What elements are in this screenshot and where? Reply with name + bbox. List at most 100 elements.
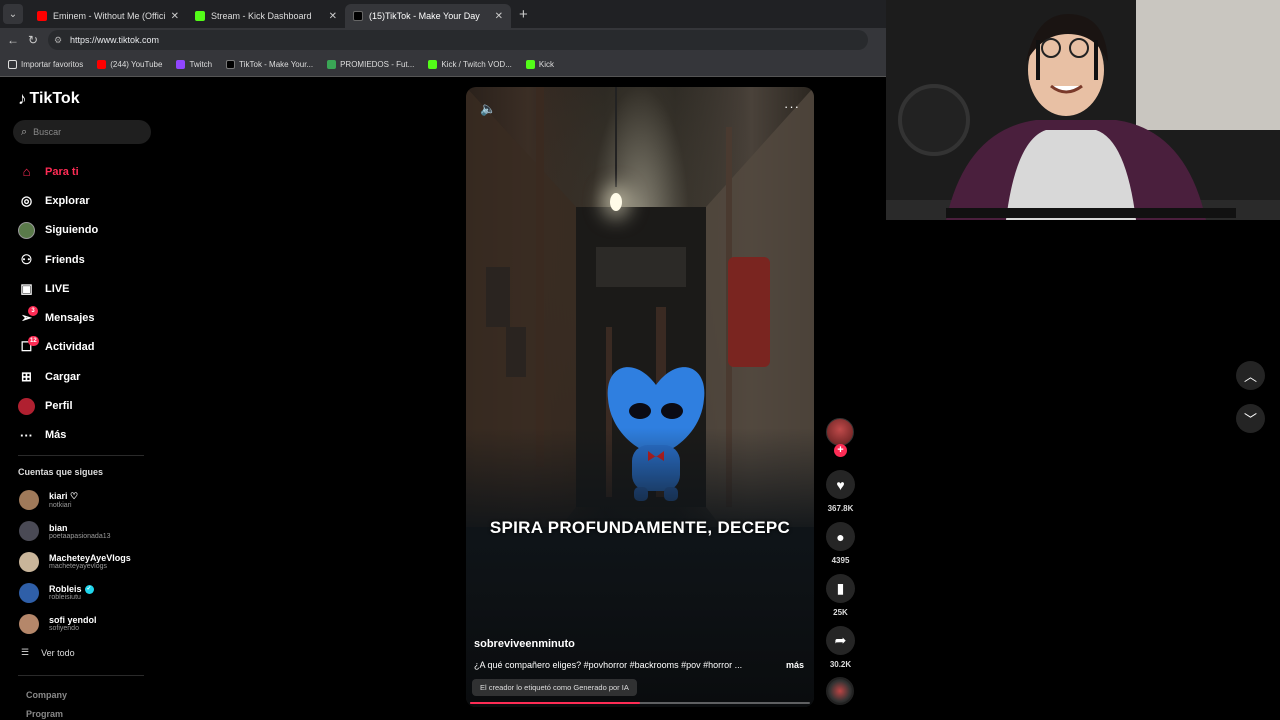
see-all-link[interactable]: ☰ Ver todo: [21, 647, 75, 658]
following-item[interactable]: bian poetaapasionada13: [19, 516, 159, 547]
following-item[interactable]: kiari ♡ notkiari: [19, 485, 159, 516]
comment-action[interactable]: ● 4395: [824, 522, 857, 565]
like-action[interactable]: ♥ 367.8K: [824, 470, 857, 513]
light-bulb: [610, 193, 622, 211]
avatar: [19, 582, 39, 603]
video-description: ¿A qué compañero eliges? #povhorror #bac…: [474, 660, 804, 670]
kick-icon: [525, 59, 535, 69]
bookmark-icon: ▮: [826, 574, 855, 603]
tab-title: Stream - Kick Dashboard: [211, 11, 312, 21]
follow-plus-icon[interactable]: +: [834, 444, 847, 457]
description-text: ¿A qué compañero eliges? #povhorror #bac…: [474, 660, 743, 670]
see-all-label: Ver todo: [41, 647, 75, 658]
youtube-icon: [97, 59, 107, 69]
nav-label: Para ti: [45, 165, 79, 178]
url-input[interactable]: ⚙ https://www.tiktok.com: [48, 30, 868, 50]
ai-generated-label: El creador lo etiquetó como Generado por…: [472, 679, 637, 696]
main-nav: ⌂ Para ti ◎ Explorar Siguiendo ⚇ Friends…: [18, 157, 158, 450]
creator-avatar[interactable]: [826, 418, 854, 446]
search-icon: ⌕: [21, 125, 28, 138]
volume-icon[interactable]: 🔈: [480, 101, 496, 117]
compass-icon: ◎: [20, 192, 33, 208]
bookmark-kick-vod[interactable]: Kick / Twitch VOD...: [428, 59, 512, 69]
tiktok-logo[interactable]: ♪ TikTok: [18, 89, 80, 109]
share-icon: ➦: [826, 626, 855, 655]
tab-search-button[interactable]: ⌄: [3, 4, 23, 24]
bookmark-kick[interactable]: Kick: [525, 59, 554, 69]
next-video-button[interactable]: ﹀: [1236, 404, 1265, 433]
more-link[interactable]: más: [786, 660, 804, 670]
following-item[interactable]: MacheteyAyeVlogs macheteyayevlogs: [19, 547, 159, 578]
footer-company-link[interactable]: Company: [26, 690, 67, 700]
save-count: 25K: [833, 608, 848, 617]
nav-label: Perfil: [45, 400, 73, 413]
close-icon[interactable]: ✕: [329, 11, 337, 22]
tab-eminem[interactable]: Eminem - Without Me (Official M... ✕: [29, 4, 187, 28]
nav-label: Cargar: [45, 370, 81, 383]
new-tab-button[interactable]: +: [519, 6, 528, 23]
video-author[interactable]: sobreviveenminuto: [474, 638, 575, 650]
nav-item-siguiendo[interactable]: Siguiendo: [18, 216, 158, 245]
tab-kick-dashboard[interactable]: Stream - Kick Dashboard ✕: [187, 4, 345, 28]
verified-icon: ✓: [84, 584, 94, 594]
nav-label: Siguiendo: [45, 224, 99, 237]
tiktok-icon: [226, 59, 236, 69]
nav-item-cargar[interactable]: ⊞ Cargar: [18, 362, 158, 391]
bookmark-importar[interactable]: Importar favoritos: [8, 59, 83, 69]
close-icon[interactable]: ✕: [495, 11, 503, 22]
nav-item-mas[interactable]: ··· Más: [18, 421, 158, 450]
webcam-person-image: [886, 0, 1280, 220]
url-text: https://www.tiktok.com: [70, 35, 160, 45]
bookmark-tiktok[interactable]: TikTok - Make Your...: [226, 59, 313, 69]
video-progress-bar[interactable]: [470, 702, 810, 704]
nav-item-explorar[interactable]: ◎ Explorar: [18, 186, 158, 215]
back-icon[interactable]: ←: [6, 33, 20, 47]
following-item[interactable]: Robleis ✓ robleisiutu: [19, 577, 159, 608]
kick-vod-icon: [428, 59, 438, 69]
bookmark-label: Kick: [538, 59, 554, 69]
comment-count: 4395: [831, 556, 850, 565]
video-caption-overlay: SPIRA PROFUNDAMENTE, DECEPC: [489, 518, 791, 537]
following-handle: notkiari: [49, 502, 72, 510]
comment-icon: ●: [826, 522, 855, 551]
video-player[interactable]: 🔈 ··· SPIRA PROFUNDAMENTE, DECEPC sobrev…: [466, 87, 814, 707]
nav-item-para-ti[interactable]: ⌂ Para ti: [18, 157, 158, 186]
following-list: kiari ♡ notkiari bian poetaapasionada13 Ma…: [19, 485, 159, 639]
bookmark-label: PROMIEDOS - Fut...: [340, 59, 415, 69]
nav-item-friends[interactable]: ⚇ Friends: [18, 245, 158, 274]
avatar: [19, 613, 39, 634]
live-icon: ▣: [20, 280, 33, 296]
bookmark-twitch[interactable]: Twitch: [176, 59, 212, 69]
following-item[interactable]: sofi yendol sofiyendo: [19, 608, 159, 639]
heart-icon: ♥: [826, 470, 855, 499]
close-icon[interactable]: ✕: [171, 11, 179, 22]
music-disc-icon[interactable]: [826, 677, 854, 705]
tab-tiktok[interactable]: (15)TikTok - Make Your Day ✕: [345, 4, 511, 28]
reload-icon[interactable]: ↻: [26, 33, 40, 47]
following-name: MacheteyAyeVlogs: [49, 553, 131, 564]
nav-item-mensajes[interactable]: ➢ 3 Mensajes: [18, 303, 158, 332]
more-options-icon[interactable]: ···: [784, 99, 800, 114]
save-action[interactable]: ▮ 25K: [824, 574, 857, 617]
kick-icon: [195, 11, 205, 21]
nav-item-perfil[interactable]: Perfil: [18, 391, 158, 420]
chevron-up-icon: ︿: [1243, 369, 1257, 384]
sidebar-divider: [18, 675, 144, 676]
following-name: kiari ♡: [49, 491, 79, 502]
share-action[interactable]: ➦ 30.2K: [824, 626, 857, 669]
bookmark-promiedos[interactable]: PROMIEDOS - Fut...: [327, 59, 415, 69]
site-info-icon[interactable]: ⚙: [54, 35, 64, 45]
nav-item-live[interactable]: ▣ LIVE: [18, 274, 158, 303]
search-input[interactable]: ⌕ Buscar: [13, 120, 151, 144]
avatar: [19, 521, 39, 542]
nav-label: LIVE: [45, 282, 70, 295]
bookmark-youtube[interactable]: (244) YouTube: [97, 59, 162, 69]
webcam-feed: [886, 0, 1280, 220]
red-lever: [728, 257, 770, 367]
nav-label: Más: [45, 429, 67, 442]
bookmark-import-icon: [8, 59, 17, 69]
previous-video-button[interactable]: ︿: [1236, 361, 1265, 390]
avatar: [19, 551, 39, 572]
footer-program-link[interactable]: Program: [26, 709, 63, 719]
nav-item-actividad[interactable]: ☐ 12 Actividad: [18, 333, 158, 362]
